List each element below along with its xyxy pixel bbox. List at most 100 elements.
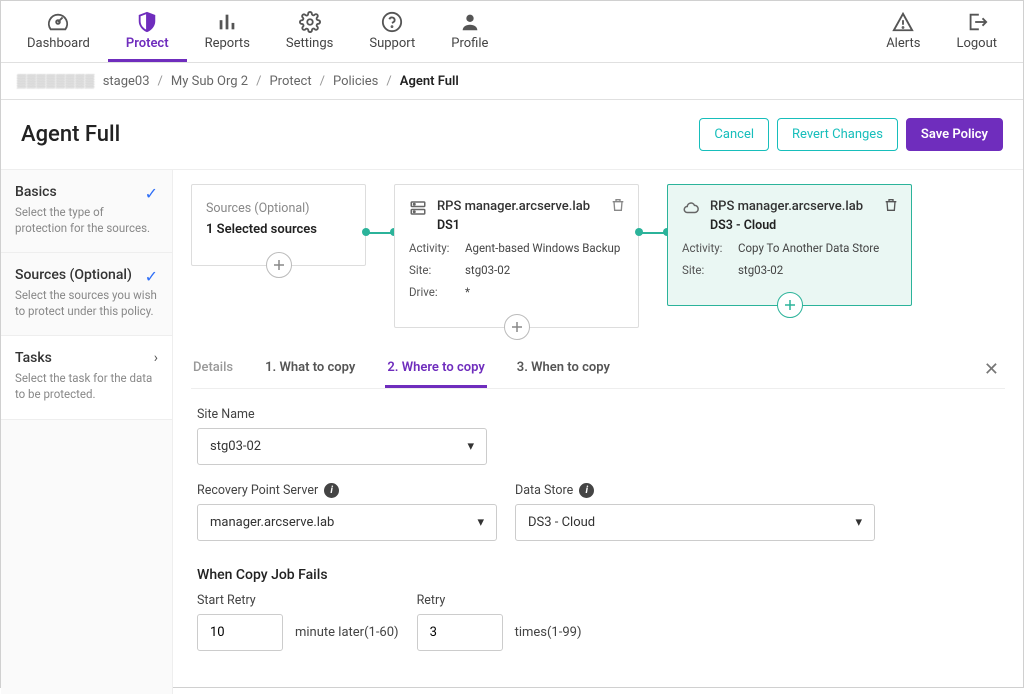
sidebar-tasks[interactable]: Tasks › Select the task for the data to …	[1, 336, 172, 419]
breadcrumb-sep: /	[256, 74, 261, 89]
site-name-value: stg03-02	[210, 439, 261, 454]
plus-icon	[273, 259, 285, 271]
page-title: Agent Full	[21, 122, 120, 147]
task-tabs: Details 1. What to copy 2. Where to copy…	[191, 350, 1005, 389]
breadcrumb-root[interactable]: ▒▒▒▒▒▒▒▒	[17, 73, 95, 89]
wizard-sidebar: Basics ✓ Select the type of protection f…	[1, 170, 173, 694]
sidebar-basics[interactable]: Basics ✓ Select the type of protection f…	[1, 170, 172, 253]
gear-icon	[299, 10, 321, 34]
datastore-select[interactable]: DS3 - Cloud ▾	[515, 504, 875, 541]
nav-support[interactable]: Support	[351, 1, 433, 62]
sidebar-tasks-desc: Select the task for the data to be prote…	[15, 370, 158, 402]
connector	[366, 184, 394, 234]
task-card-backup[interactable]: RPS manager.arcserve.lab DS1 Activity:Ag…	[394, 184, 639, 328]
bar-chart-icon	[216, 10, 238, 34]
info-icon[interactable]: i	[579, 483, 594, 498]
nav-logout[interactable]: Logout	[938, 1, 1015, 62]
main-panel: Sources (Optional) 1 Selected sources RP…	[173, 170, 1023, 694]
check-icon: ✓	[145, 267, 158, 286]
task1-datastore: DS1	[437, 218, 590, 233]
rps-select[interactable]: manager.arcserve.lab ▾	[197, 504, 497, 541]
sidebar-basics-desc: Select the type of protection for the so…	[15, 204, 158, 236]
datastore-label: Data Storei	[515, 483, 875, 498]
site-name-label: Site Name	[197, 407, 999, 422]
kv-key: Activity:	[409, 241, 465, 255]
gauge-icon	[47, 10, 69, 34]
kv-val: stg03-02	[738, 263, 783, 277]
task-graph: Sources (Optional) 1 Selected sources RP…	[191, 184, 1005, 328]
rps-value: manager.arcserve.lab	[210, 515, 334, 530]
check-icon: ✓	[145, 184, 158, 203]
breadcrumb-protect[interactable]: Protect	[269, 74, 311, 89]
add-task-button[interactable]	[777, 292, 803, 318]
sidebar-sources-title: Sources (Optional)	[15, 267, 158, 283]
nav-dashboard[interactable]: Dashboard	[9, 1, 108, 62]
breadcrumb-sep: /	[158, 74, 163, 89]
close-panel-button[interactable]: ✕	[978, 353, 1005, 386]
kv-key: Drive:	[409, 285, 465, 299]
breadcrumb-suborg[interactable]: My Sub Org 2	[171, 74, 248, 89]
nav-protect-label: Protect	[126, 36, 169, 51]
retry-input[interactable]	[417, 614, 503, 651]
nav-protect[interactable]: Protect	[108, 1, 187, 62]
breadcrumb-sep: /	[320, 74, 325, 89]
rps-label: Recovery Point Serveri	[197, 483, 497, 498]
sidebar-sources-desc: Select the sources you wish to protect u…	[15, 287, 158, 319]
sources-card[interactable]: Sources (Optional) 1 Selected sources	[191, 184, 366, 266]
kv-val: Agent-based Windows Backup	[465, 241, 620, 255]
add-task-button[interactable]	[504, 314, 530, 340]
nav-alerts-label: Alerts	[886, 36, 920, 51]
nav-support-label: Support	[369, 36, 415, 51]
tab-where-to-copy[interactable]: 2. Where to copy	[385, 350, 486, 388]
breadcrumb-org[interactable]: stage03	[103, 74, 150, 89]
nav-settings-label: Settings	[286, 36, 333, 51]
kv-val: stg03-02	[465, 263, 510, 277]
nav-alerts[interactable]: Alerts	[868, 1, 938, 62]
caret-down-icon: ▾	[477, 515, 484, 530]
chevron-right-icon: ›	[154, 350, 158, 366]
sidebar-sources[interactable]: Sources (Optional) ✓ Select the sources …	[1, 253, 172, 336]
page-header: Agent Full Cancel Revert Changes Save Po…	[1, 100, 1023, 170]
retry-label: Retry	[417, 593, 582, 608]
task-card-copy[interactable]: RPS manager.arcserve.lab DS3 - Cloud Act…	[667, 184, 912, 306]
revert-button[interactable]: Revert Changes	[777, 118, 898, 151]
server-icon	[409, 199, 427, 217]
breadcrumb: ▒▒▒▒▒▒▒▒ stage03 / My Sub Org 2 / Protec…	[1, 63, 1023, 100]
delete-task-button[interactable]	[610, 197, 626, 213]
tab-details[interactable]: Details	[191, 350, 235, 388]
nav-profile[interactable]: Profile	[433, 1, 506, 62]
alert-icon	[892, 10, 914, 34]
plus-icon	[511, 321, 523, 333]
site-name-select[interactable]: stg03-02 ▾	[197, 428, 487, 465]
sidebar-tasks-title: Tasks	[15, 350, 158, 366]
kv-val: Copy To Another Data Store	[738, 241, 879, 255]
info-icon[interactable]: i	[324, 483, 339, 498]
nav-reports-label: Reports	[205, 36, 250, 51]
task2-datastore: DS3 - Cloud	[710, 218, 863, 233]
shield-icon	[136, 10, 158, 34]
retry-suffix: times(1-99)	[515, 625, 582, 640]
sources-card-count: 1 Selected sources	[206, 222, 351, 237]
tab-what-to-copy[interactable]: 1. What to copy	[263, 350, 357, 388]
save-policy-button[interactable]: Save Policy	[906, 118, 1003, 151]
tab-when-to-copy[interactable]: 3. When to copy	[515, 350, 612, 388]
task1-title: RPS manager.arcserve.lab	[437, 199, 590, 214]
delete-task-button[interactable]	[883, 197, 899, 213]
sidebar-basics-title: Basics	[15, 184, 158, 200]
task2-title: RPS manager.arcserve.lab	[710, 199, 863, 214]
trash-icon	[883, 197, 899, 213]
start-retry-input[interactable]	[197, 614, 283, 651]
logout-icon	[966, 10, 988, 34]
kv-key: Site:	[409, 263, 465, 277]
top-nav: Dashboard Protect Reports Settings Suppo…	[1, 1, 1023, 63]
copy-fail-heading: When Copy Job Fails	[197, 567, 999, 583]
start-retry-label: Start Retry	[197, 593, 399, 608]
nav-settings[interactable]: Settings	[268, 1, 351, 62]
add-source-button[interactable]	[266, 252, 292, 278]
help-icon	[381, 10, 403, 34]
cancel-button[interactable]: Cancel	[699, 118, 769, 151]
nav-reports[interactable]: Reports	[187, 1, 268, 62]
caret-down-icon: ▾	[855, 515, 862, 530]
breadcrumb-policies[interactable]: Policies	[333, 74, 378, 89]
cloud-icon	[682, 199, 700, 217]
